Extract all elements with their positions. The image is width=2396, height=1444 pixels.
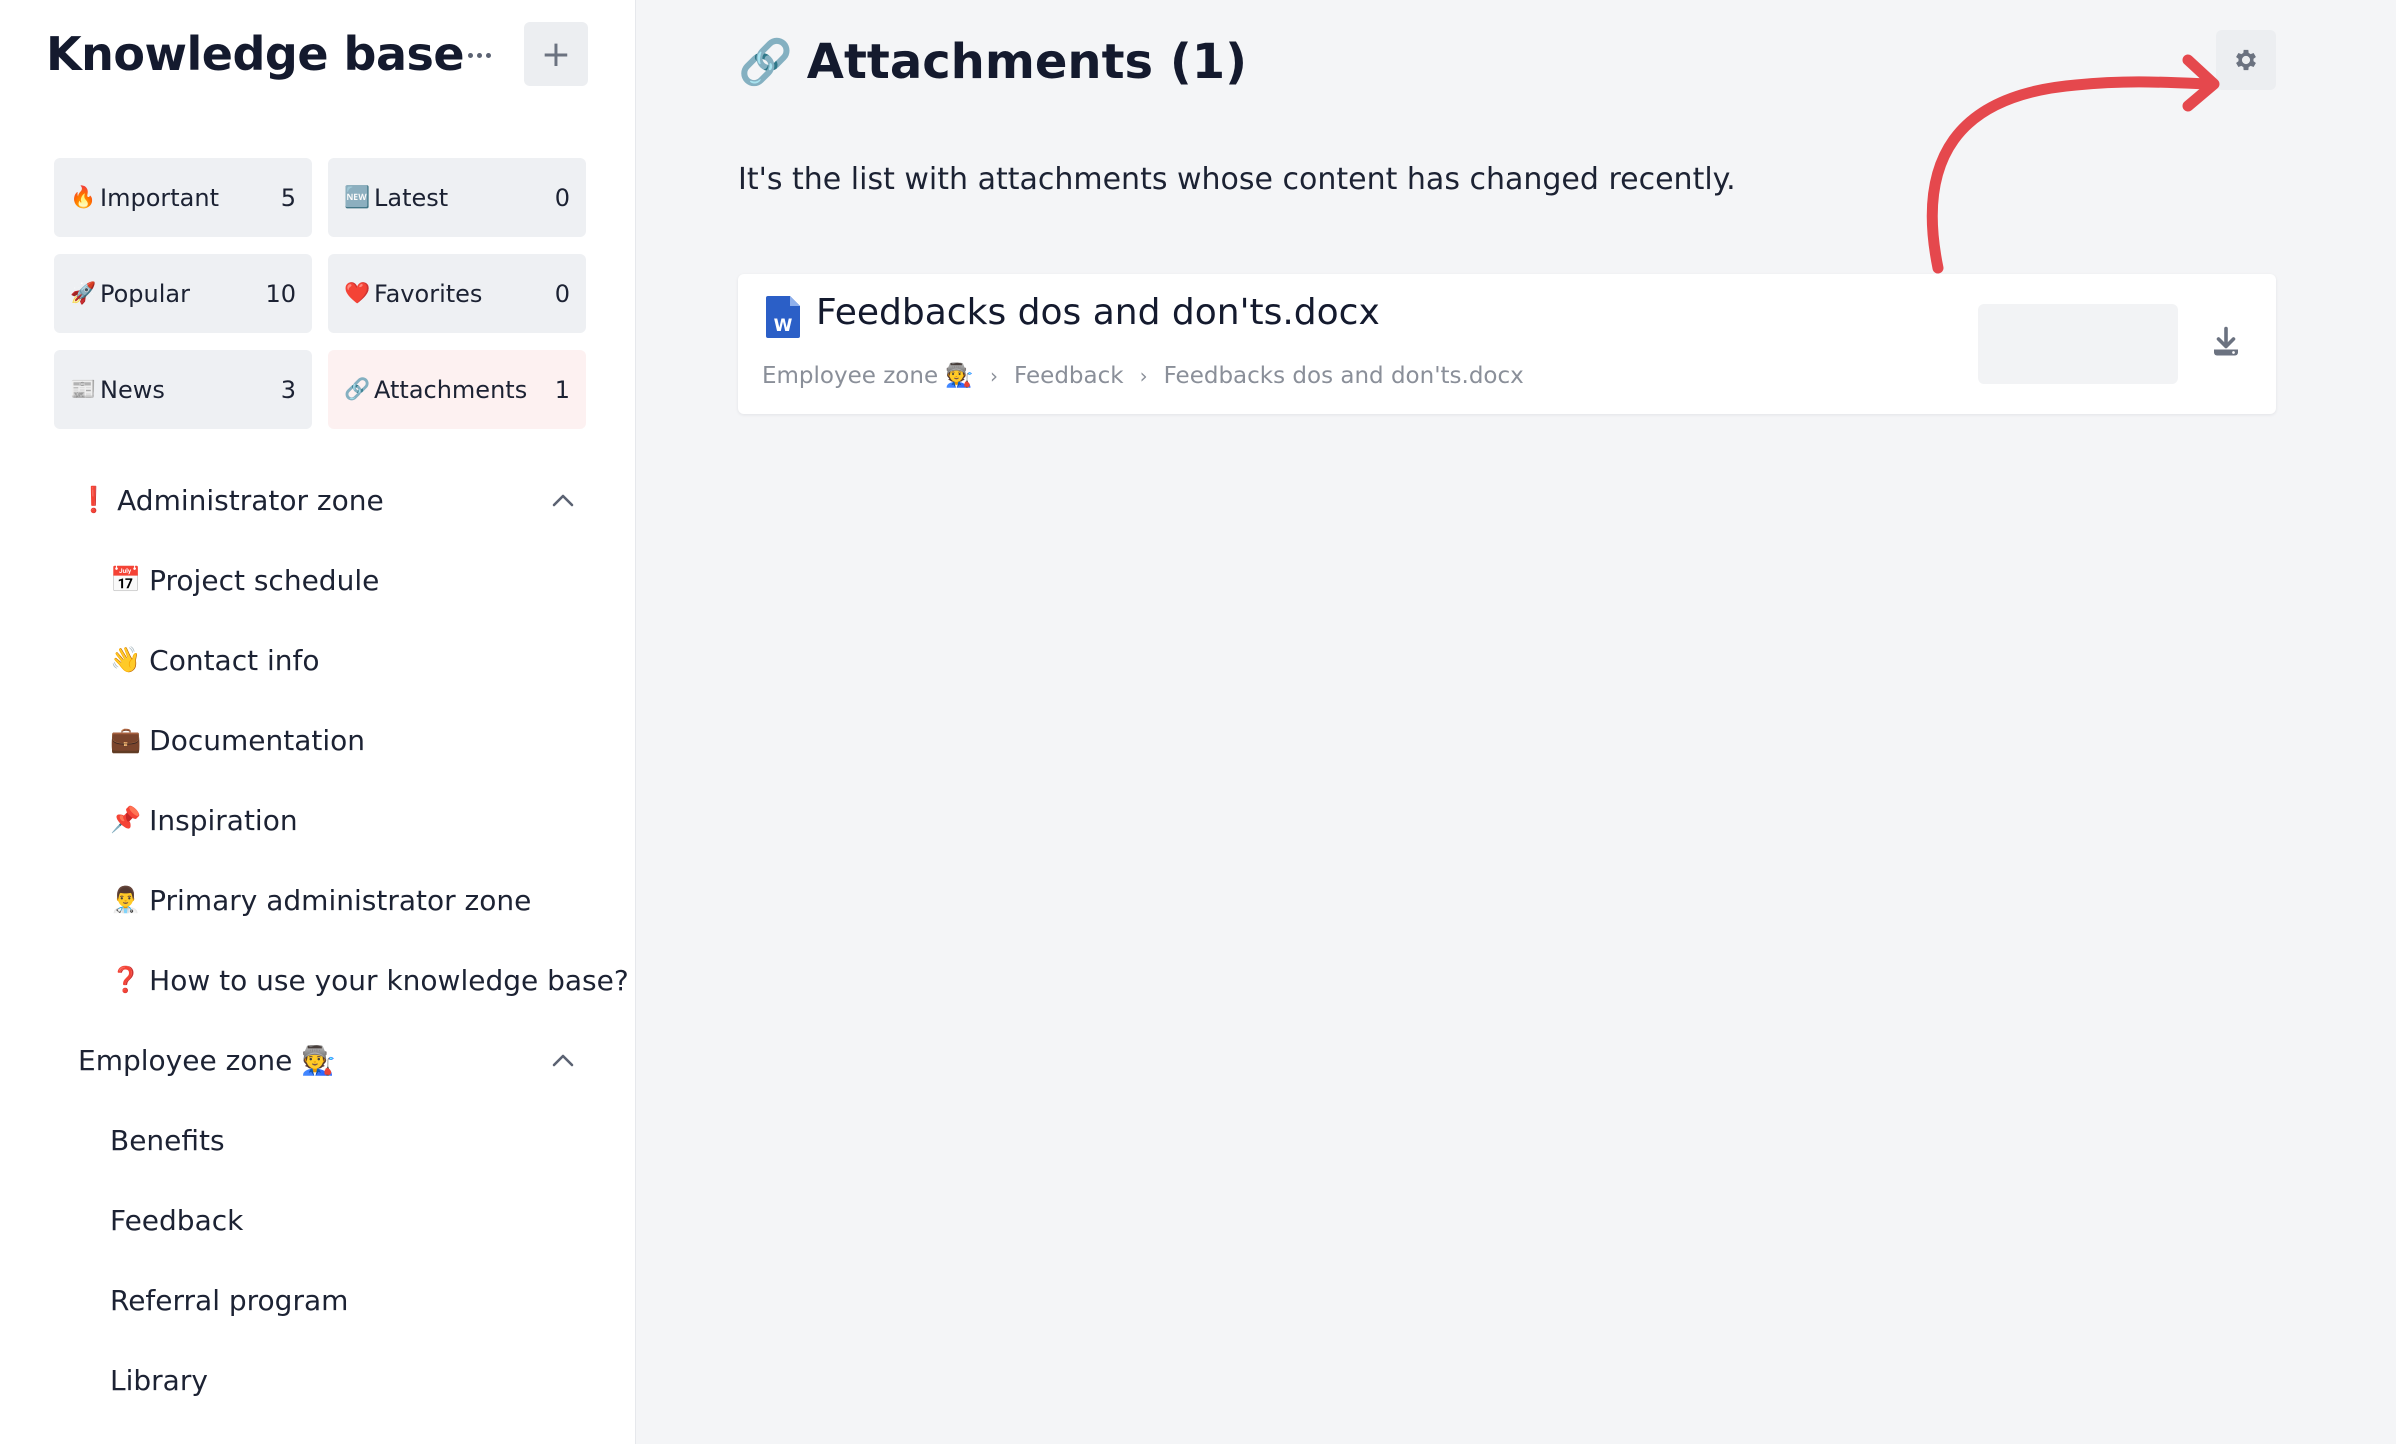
breadcrumb-item[interactable]: Feedback <box>1014 363 1124 389</box>
tree-item-primary-administrator-zone[interactable]: 👨‍⚕️ Primary administrator zone <box>0 872 635 928</box>
page-title: 🔗 Attachments (1) <box>738 30 1247 94</box>
tree-item-label: Inspiration <box>149 803 298 837</box>
tile-label: Popular <box>100 279 190 308</box>
tile-popular[interactable]: 🚀 Popular 10 <box>54 254 312 333</box>
word-document-icon: W <box>766 296 800 338</box>
pushpin-icon: 📌 <box>110 805 142 834</box>
section-label: Administrator zone <box>117 483 384 517</box>
link-icon: 🔗 <box>738 37 793 88</box>
more-icon-dot <box>476 52 482 58</box>
section-employee-zone[interactable]: Employee zone 🧑‍🏭 <box>0 1032 635 1088</box>
briefcase-icon: 💼 <box>110 725 142 754</box>
chevron-up-icon[interactable] <box>550 1048 576 1074</box>
download-button[interactable] <box>2204 320 2248 364</box>
tile-label: Important <box>100 183 219 212</box>
tile-count: 1 <box>554 375 570 404</box>
more-icon-dot <box>485 52 491 58</box>
tree-item-project-schedule[interactable]: 📅 Project schedule <box>0 552 635 608</box>
settings-button[interactable] <box>2216 30 2276 90</box>
tree-item-label: Library <box>110 1363 208 1397</box>
fire-icon: 🔥 <box>70 185 97 209</box>
exclamation-icon: ❗ <box>78 485 110 514</box>
more-options-button[interactable] <box>456 32 502 78</box>
tile-attachments[interactable]: 🔗 Attachments 1 <box>328 350 586 429</box>
tile-latest[interactable]: 🆕 Latest 0 <box>328 158 586 237</box>
new-icon: 🆕 <box>344 185 371 209</box>
tree-item-label: Feedback <box>110 1203 244 1237</box>
tree-item-contact-info[interactable]: 👋 Contact info <box>0 632 635 688</box>
tile-label-wrap: 📰 News <box>70 376 165 404</box>
waving-hand-icon: 👋 <box>110 645 142 674</box>
breadcrumb-separator: › <box>1139 363 1148 388</box>
add-button[interactable]: + <box>524 22 588 86</box>
sidebar-header: Knowledge base + <box>46 22 588 86</box>
tile-label: Latest <box>374 183 449 212</box>
attachment-card[interactable]: W Feedbacks dos and don'ts.docx Employee… <box>738 274 2276 414</box>
tree-item-inspiration[interactable]: 📌 Inspiration <box>0 792 635 848</box>
quick-filter-tiles: 🔥 Important 5 🆕 Latest 0 🚀 Popular 10 ❤️ Fav… <box>54 158 586 429</box>
tile-label-wrap: 🆕 Latest <box>344 184 448 212</box>
gear-icon <box>2236 49 2256 71</box>
attachment-file-name[interactable]: Feedbacks dos and don'ts.docx <box>816 292 1380 333</box>
tile-favorites[interactable]: ❤️ Favorites 0 <box>328 254 586 333</box>
chevron-up-icon[interactable] <box>550 488 576 514</box>
tree-item-label: Documentation <box>149 723 365 757</box>
tile-label: Favorites <box>374 279 483 308</box>
breadcrumb-item[interactable]: Feedbacks dos and don'ts.docx <box>1164 363 1524 389</box>
tree-item-benefits[interactable]: Benefits <box>0 1112 635 1168</box>
tile-news[interactable]: 📰 News 3 <box>54 350 312 429</box>
tile-label-wrap: ❤️ Favorites <box>344 280 482 308</box>
main-content: 🔗 Attachments (1) It's the list with att… <box>636 0 2396 1444</box>
tile-label-wrap: 🔥 Important <box>70 184 219 212</box>
attachment-placeholder <box>1978 304 2178 384</box>
breadcrumb-separator: › <box>990 363 999 388</box>
tile-label-wrap: 🔗 Attachments <box>344 376 527 404</box>
tree-item-label: Benefits <box>110 1123 225 1157</box>
sidebar: Knowledge base + 🔥 Important 5 🆕 Latest 0 … <box>0 0 636 1444</box>
page-title-text: Attachments (1) <box>806 34 1248 90</box>
svg-text:W: W <box>774 316 793 336</box>
page-description: It's the list with attachments whose con… <box>738 162 1736 197</box>
more-icon-dot <box>467 52 473 58</box>
tile-label-wrap: 🚀 Popular <box>70 280 190 308</box>
breadcrumb: Employee zone 🧑‍🏭 › Feedback › Feedbacks… <box>762 362 1524 390</box>
tree-item-feedback[interactable]: Feedback <box>0 1192 635 1248</box>
calendar-icon: 📅 <box>110 565 142 594</box>
tile-count: 0 <box>554 183 570 212</box>
tree-item-label: Project schedule <box>149 563 380 597</box>
tile-important[interactable]: 🔥 Important 5 <box>54 158 312 237</box>
link-icon: 🔗 <box>344 377 371 401</box>
tree-item-label: Referral program <box>110 1283 349 1317</box>
app: Knowledge base + 🔥 Important 5 🆕 Latest 0 … <box>0 0 2396 1444</box>
tile-count: 10 <box>265 279 296 308</box>
question-icon: ❓ <box>110 965 142 994</box>
newspaper-icon: 📰 <box>70 377 97 401</box>
section-label: Employee zone 🧑‍🏭 <box>78 1043 337 1077</box>
heart-icon: ❤️ <box>344 281 371 305</box>
tile-count: 3 <box>280 375 296 404</box>
tile-count: 0 <box>554 279 570 308</box>
tile-count: 5 <box>280 183 296 212</box>
tree-item-referral-program[interactable]: Referral program <box>0 1272 635 1328</box>
rocket-icon: 🚀 <box>70 281 97 305</box>
tile-label: Attachments <box>374 375 528 404</box>
annotation-arrow <box>1926 54 2220 274</box>
download-icon <box>2214 326 2238 356</box>
tree-item-label: Contact info <box>149 643 320 677</box>
tile-label: News <box>100 375 165 404</box>
tree-item-library[interactable]: Library <box>0 1352 635 1408</box>
tree-item-label: Primary administrator zone <box>149 883 532 917</box>
tree-item-label: How to use your knowledge base? <box>149 963 629 997</box>
sidebar-title: Knowledge base <box>46 27 465 81</box>
health-worker-icon: 👨‍⚕️ <box>110 885 142 914</box>
tree-item-documentation[interactable]: 💼 Documentation <box>0 712 635 768</box>
tree-item-how-to-use[interactable]: ❓ How to use your knowledge base? <box>0 952 635 1008</box>
section-administrator-zone[interactable]: ❗ Administrator zone <box>0 472 635 528</box>
breadcrumb-item[interactable]: Employee zone 🧑‍🏭 <box>762 362 974 389</box>
